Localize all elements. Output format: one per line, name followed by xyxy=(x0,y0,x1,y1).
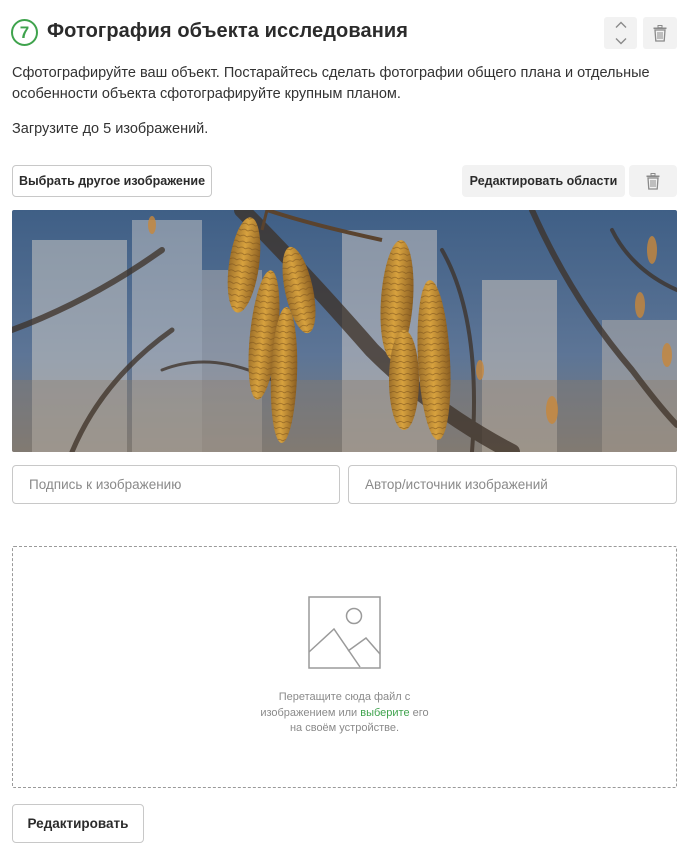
dropzone-hint-text: изображением или xyxy=(260,706,361,719)
trash-icon xyxy=(653,24,667,42)
move-controls xyxy=(604,17,637,49)
dropzone-hint-line2: изображением или выберите его xyxy=(13,706,676,722)
image-caption-input[interactable] xyxy=(12,465,340,504)
step-number-badge: 7 xyxy=(11,19,38,46)
dropzone-hint: Перетащите сюда файл с изображением или … xyxy=(13,690,676,737)
choose-file-link[interactable]: выберите xyxy=(360,707,409,719)
delete-block-button[interactable] xyxy=(643,17,677,49)
trash-icon xyxy=(646,172,660,190)
uploaded-photo xyxy=(12,210,677,452)
choose-other-image-button[interactable]: Выбрать другое изображение xyxy=(12,165,212,197)
upload-limit-text: Загрузите до 5 изображений. xyxy=(12,121,209,137)
edit-button[interactable]: Редактировать xyxy=(12,804,144,843)
chevron-up-icon xyxy=(615,21,626,28)
move-down-button[interactable] xyxy=(604,33,637,49)
image-author-input[interactable] xyxy=(348,465,677,504)
block-title: Фотография объекта исследования xyxy=(47,20,409,42)
dropzone-hint-line3: на своём устройстве. xyxy=(289,722,400,734)
delete-image-button[interactable] xyxy=(629,165,677,197)
dropzone-hint-text: его xyxy=(409,706,429,719)
image-dropzone[interactable]: Перетащите сюда файл с изображением или … xyxy=(12,546,677,788)
edit-areas-button[interactable]: Редактировать области xyxy=(462,165,625,197)
block-description: Сфотографируйте ваш объект. Постарайтесь… xyxy=(12,65,650,102)
chevron-down-icon xyxy=(615,38,626,45)
image-placeholder-icon xyxy=(308,596,381,669)
dropzone-hint-line1: Перетащите сюда файл с xyxy=(278,691,411,703)
move-up-button[interactable] xyxy=(604,17,637,33)
